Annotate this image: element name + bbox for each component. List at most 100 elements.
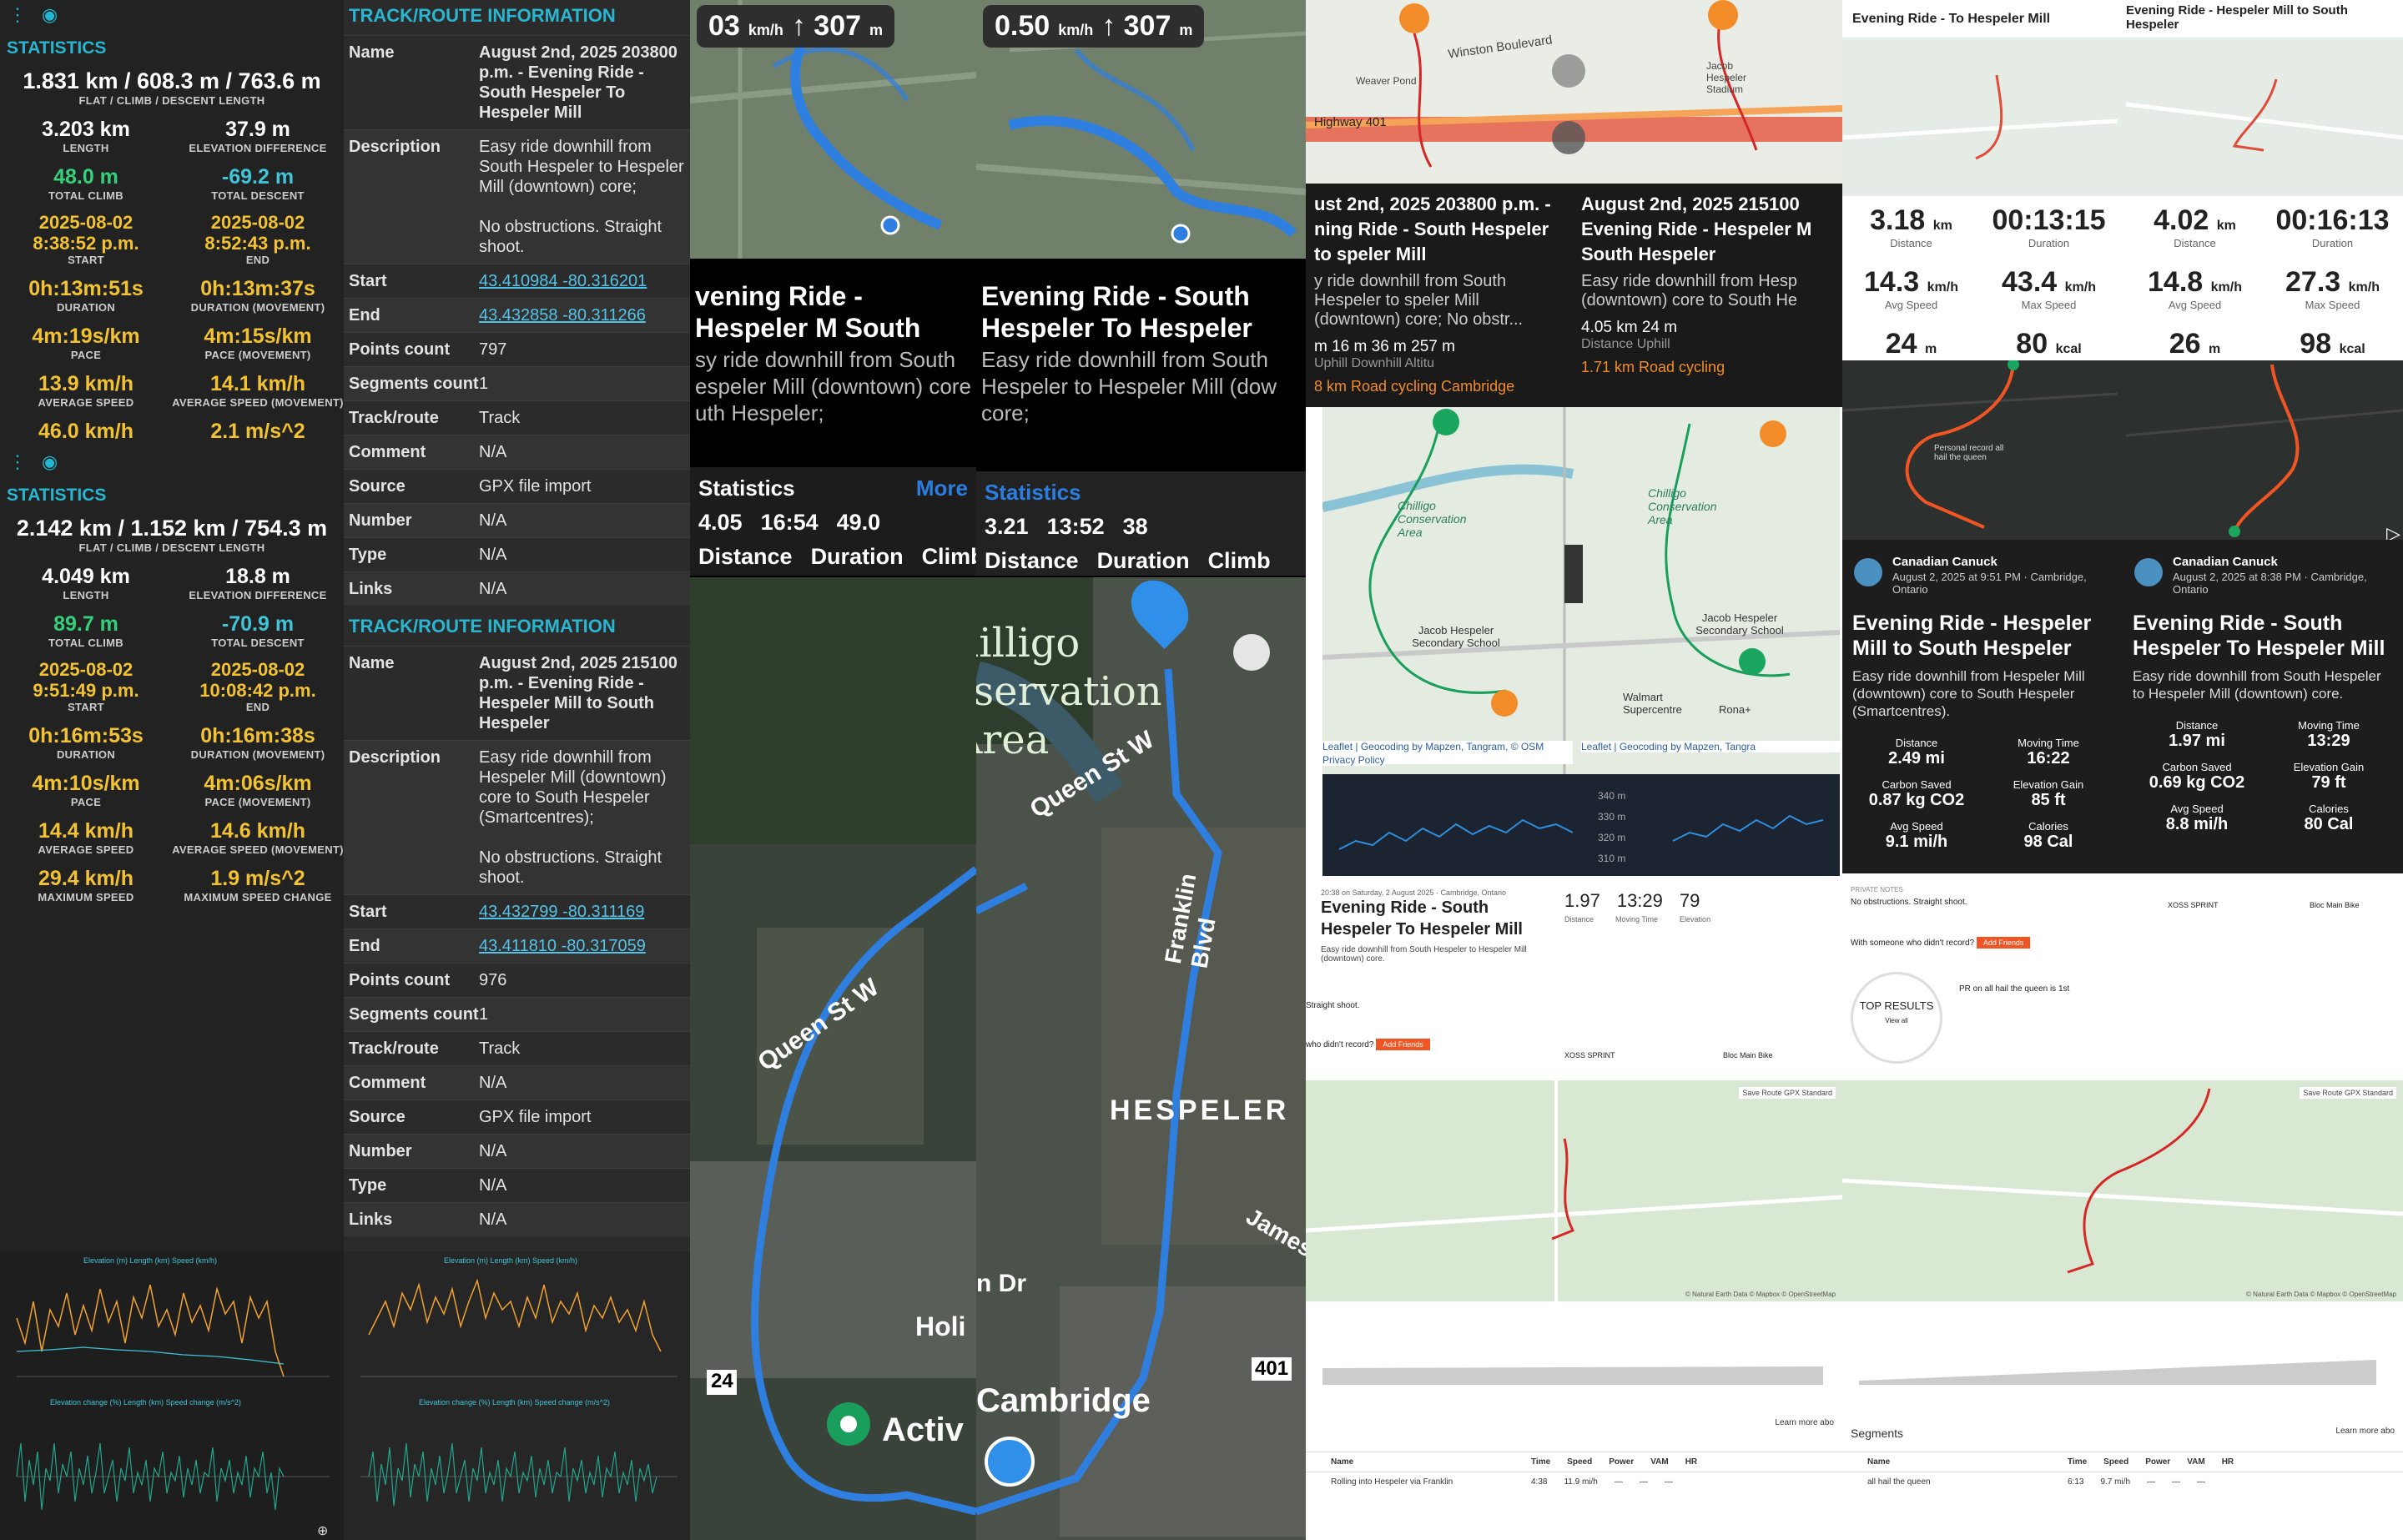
learn-more-link[interactable]: Learn more abo (2335, 1427, 2395, 1436)
top-results-badge[interactable]: TOP RESULTS View all (1851, 972, 1942, 1064)
end-pin-icon[interactable] (985, 1437, 1035, 1487)
segment-row[interactable]: Rolling into Hespeler via Franklin 4:38 11… (1306, 1472, 1842, 1492)
info-value[interactable]: 43.432858 -80.311266 (479, 305, 685, 325)
segment-row[interactable]: all hail the queen 6:13 9.7 mi/h — — — (1842, 1472, 2403, 1492)
summary-stat-unit: m (2209, 342, 2221, 356)
overflow-menu-icon[interactable]: ⋮ (8, 451, 27, 473)
col-vam: VAM (2187, 1457, 2205, 1467)
strava-web-map-svg (1306, 1080, 1842, 1301)
strava-web-summary: 20:38 on Saturday, 2 August 2025 · Cambr… (1306, 880, 1842, 1080)
info-value: 797 (479, 340, 507, 359)
who-record-text: who didn't record? Add Friends (1306, 1039, 1430, 1050)
info-value: Easy ride downhill from Hespeler Mill (d… (479, 748, 667, 887)
map-attribution: © Natural Earth Data © Mapbox © OpenStre… (1685, 1291, 1836, 1298)
plot-legend: Elevation (m) Length (km) Speed (km/h) (444, 1256, 577, 1265)
pace-mov-value: 4m:15s/km (204, 325, 312, 348)
play-icon[interactable]: ▷ (2386, 523, 2400, 544)
info-value[interactable]: 43.410984 -80.316201 (479, 271, 685, 291)
speed-row: 13.9 km/h AVERAGE SPEED 14.1 km/h AVERAGE … (0, 371, 344, 419)
komoot-card-1[interactable]: ust 2nd, 2025 203800 p.m. - ning Ride - … (1306, 184, 1573, 407)
max-speed-change-value: 2.1 m/s^2 (210, 420, 305, 443)
chilligo-label: Chilligo Conservation Area (1398, 499, 1467, 539)
summary-stat-caption: Distance (1890, 237, 1932, 249)
activity-title[interactable]: Evening Ride - South Hespeler To Hespele… (2123, 596, 2403, 661)
activity-title[interactable]: Evening Ride - Hespeler Mill to South He… (1842, 596, 2123, 661)
map-buttons[interactable]: Save Route GPX Standard (1739, 1087, 1836, 1099)
more-link[interactable]: More (916, 476, 968, 501)
summary-maps[interactable] (1842, 38, 2403, 196)
feed-stat: Calories 80 Cal (2263, 798, 2395, 839)
add-friends-button[interactable]: Add Friends (1976, 937, 2031, 949)
overflow-menu-icon[interactable]: ⋮ (8, 4, 27, 26)
summary-stat-value: 27.3 km/h (2264, 266, 2401, 299)
feed-card-1[interactable]: Canadian Canuck August 2, 2025 at 9:51 P… (1842, 540, 2123, 873)
start-label: START (68, 701, 104, 713)
satellite-map-right[interactable]: Chilligo Conservation Area Queen St W Fr… (976, 577, 1306, 1540)
chilligo-label-2: Chilligo Conservation Area (1648, 486, 1717, 526)
info-row-name: Name August 2nd, 2025 215100 p.m. - Eveni… (344, 646, 690, 740)
eye-icon[interactable]: ◉ (42, 451, 58, 473)
duration-label: DURATION (56, 748, 116, 761)
summary-stat: 14.3 km/h Avg Speed (1842, 258, 1980, 320)
learn-more-link[interactable]: Learn more abo (1775, 1418, 1834, 1427)
summary-stats-2: 4.02 km Distance 00:16:13 Duration 14.8 km/… (2126, 196, 2401, 381)
climb-stat-value: 49.0 (836, 510, 881, 535)
strava-web-map-2[interactable]: Save Route GPX Standard © Natural Earth … (1842, 1080, 2403, 1301)
map-attribution: © Natural Earth Data © Mapbox © OpenStre… (2246, 1291, 2396, 1298)
attribution-2[interactable]: Leaflet | Geocoding by Mapzen, Tangra (1581, 741, 1840, 752)
map-buttons[interactable]: Save Route GPX Standard (2300, 1087, 2396, 1099)
segment-hr: — (2197, 1477, 2206, 1487)
athlete-name[interactable]: Canadian Canuck (2123, 540, 2403, 569)
feed-stat-caption: Moving Time (2018, 737, 2079, 749)
speed-value: 03 (708, 10, 740, 42)
komoot-route-map[interactable]: Chilligo Conservation Area Chilligo Cons… (1322, 407, 1840, 774)
pace-label: PACE (70, 349, 102, 361)
end-label: END (245, 701, 270, 713)
strava-web-map[interactable]: Save Route GPX Standard © Natural Earth … (1306, 1080, 1842, 1301)
athlete-name[interactable]: Canadian Canuck (1842, 540, 2123, 569)
summary-stat-value: 3.18 km (1842, 204, 1980, 237)
info-value[interactable]: 43.411810 -80.317059 (479, 936, 685, 956)
track-info-panel: TRACK/ROUTE INFORMATION Name August 2nd, … (344, 0, 690, 1540)
summary-stat-value: 00:13:15 (1980, 204, 2118, 237)
privacy-link[interactable]: Privacy Policy (1322, 754, 1385, 766)
eye-icon[interactable]: ◉ (42, 4, 58, 26)
active-label: Activ (882, 1412, 964, 1448)
school-label-2: Jacob Hespeler Secondary School (1695, 611, 1784, 637)
who-record-label: who didn't record? (1306, 1040, 1374, 1049)
segment-header-row: Name Time Speed Power VAM HR (1842, 1452, 2403, 1472)
info-key: Segments count (349, 1005, 479, 1024)
avatar[interactable] (1854, 558, 1882, 586)
segments-label: Segments (1851, 1427, 1904, 1440)
strava-elevation-strip-svg (1322, 1366, 1823, 1385)
info-value[interactable]: 43.432799 -80.311169 (479, 902, 685, 922)
segment-header-row: Name Time Speed Power VAM HR (1306, 1452, 1842, 1472)
feed-card-2[interactable]: Canadian Canuck August 2, 2025 at 8:38 P… (2123, 540, 2403, 873)
speed-change-svg: Elevation change (%) Length (km) Speed c… (16, 1398, 330, 1538)
zoom-icon[interactable]: ⊕ (317, 1524, 328, 1538)
satellite-map-left[interactable]: Queen St W 24 Holi Activ (690, 577, 976, 1540)
avatar[interactable] (2134, 558, 2163, 586)
duration-mov-label: DURATION (MOVEMENT) (190, 301, 325, 314)
info-key: Track/route (349, 409, 439, 427)
card-captions: Uphill Downhill Altitu (1314, 356, 1435, 370)
strava-dark-maps[interactable]: ▷ Personal record all hail the queen (1842, 359, 2403, 544)
track-info-header: TRACK/ROUTE INFORMATION (349, 5, 616, 26)
summary-stat-unit: km/h (1927, 280, 1958, 294)
add-friends-button[interactable]: Add Friends (1376, 1039, 1430, 1050)
pr-label: Personal record all hail the queen (1934, 444, 2004, 462)
info-row-type: Type N/A (344, 1168, 690, 1202)
feed-stat: Carbon Saved 0.87 kg CO2 (1851, 773, 1982, 815)
summary-stat-number: 27.3 (2285, 266, 2341, 298)
komoot-top-map[interactable]: Winston Boulevard Highway 401 Jacob Hesp… (1306, 0, 1842, 184)
col-power: Power (2145, 1457, 2171, 1467)
info-row-links: Links N/A (344, 1202, 690, 1236)
komoot-card-2[interactable]: August 2nd, 2025 215100 Evening Ride - H… (1573, 184, 1842, 407)
length-value: 3.203 km (42, 118, 130, 141)
card-stats: 4.05 km 24 m (1581, 319, 1678, 336)
view-all-link[interactable]: View all (1853, 1017, 1940, 1024)
info-row-description: Description Easy ride downhill from Hespe… (344, 740, 690, 894)
route-stats-box-2: Statistics 3.21 13:52 38 Distance Duration C… (976, 471, 1306, 576)
summary-stat-number: 98 (2300, 328, 2332, 360)
feed-stat-value: 0.87 kg CO2 (1868, 791, 1965, 809)
